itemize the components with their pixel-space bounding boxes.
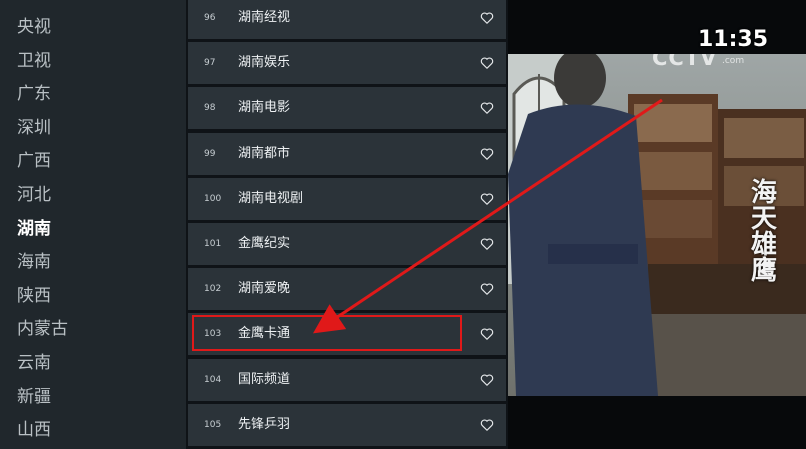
province-item[interactable]: 内蒙古 bbox=[17, 312, 68, 346]
channel-row[interactable]: 102 湖南爱晚 bbox=[188, 268, 506, 311]
channel-number: 97 bbox=[204, 58, 216, 69]
heart-icon[interactable] bbox=[480, 192, 494, 206]
channel-row[interactable]: 98 湖南电影 bbox=[188, 87, 506, 130]
channel-row[interactable]: 99 湖南都市 bbox=[188, 132, 506, 175]
heart-icon[interactable] bbox=[480, 282, 494, 296]
province-item[interactable]: 河北 bbox=[17, 178, 51, 212]
clock: 11:35 bbox=[697, 27, 768, 52]
channel-number: 100 bbox=[204, 193, 222, 204]
drama-title: 海天雄鹰 bbox=[750, 178, 777, 286]
channel-number: 101 bbox=[204, 239, 222, 249]
province-item[interactable]: 央视 bbox=[17, 10, 51, 44]
province-item[interactable]: 广西 bbox=[17, 144, 51, 178]
channel-number: 105 bbox=[204, 419, 222, 430]
channel-number: 98 bbox=[204, 103, 216, 114]
channel-name: 国际频道 bbox=[238, 371, 291, 387]
channel-name: 湖南都市 bbox=[238, 145, 291, 161]
channel-row[interactable]: 105 先锋乒羽 bbox=[188, 403, 506, 446]
province-item[interactable]: 陕西 bbox=[17, 279, 51, 313]
channel-name: 湖南娱乐 bbox=[238, 55, 291, 71]
heart-icon[interactable] bbox=[480, 373, 494, 387]
province-item[interactable]: 海南 bbox=[17, 245, 51, 279]
province-item[interactable]: 卫视 bbox=[17, 44, 51, 78]
heart-icon[interactable] bbox=[480, 327, 494, 341]
channel-number: 104 bbox=[204, 374, 222, 385]
province-list: 央视 卫视 广东 深圳 广西 河北 湖南 海南 陕西 内蒙古 云南 新疆 山西 bbox=[0, 0, 186, 449]
channel-name: 先锋乒羽 bbox=[238, 416, 291, 432]
province-item[interactable]: 广东 bbox=[17, 77, 51, 111]
channel-number: 102 bbox=[204, 284, 222, 295]
video-player[interactable]: CCTV .com 海天雄鹰 bbox=[508, 54, 806, 396]
channel-name: 金鹰纪实 bbox=[238, 236, 291, 251]
channel-watermark: CCTV bbox=[652, 54, 718, 70]
heart-icon[interactable] bbox=[480, 237, 494, 251]
channel-row[interactable]: 96 湖南经视 bbox=[188, 0, 506, 39]
province-item[interactable]: 山西 bbox=[17, 413, 51, 447]
channel-watermark-suffix: .com bbox=[722, 56, 745, 66]
channel-row[interactable]: 104 国际频道 bbox=[188, 358, 506, 401]
channel-number: 96 bbox=[204, 13, 216, 23]
channel-name: 湖南爱晚 bbox=[238, 281, 291, 297]
province-item[interactable]: 云南 bbox=[17, 346, 51, 380]
channel-row[interactable]: 101 金鹰纪实 bbox=[188, 223, 506, 265]
heart-icon[interactable] bbox=[480, 101, 494, 115]
channel-list: 96 湖南经视 97 湖南娱乐 98 湖南电影 99 湖南都市 100 湖南电视剧 101 金鹰纪实 1… bbox=[186, 0, 508, 449]
heart-icon[interactable] bbox=[480, 56, 494, 70]
channel-name: 湖南经视 bbox=[238, 10, 291, 25]
heart-icon[interactable] bbox=[480, 11, 494, 25]
heart-icon[interactable] bbox=[480, 418, 494, 432]
channel-name: 湖南电视剧 bbox=[238, 190, 304, 206]
channel-name: 湖南电影 bbox=[238, 100, 291, 116]
heart-icon[interactable] bbox=[480, 147, 494, 161]
channel-number: 99 bbox=[204, 148, 216, 159]
highlight-box bbox=[192, 315, 462, 351]
province-item[interactable]: 湖南 bbox=[17, 212, 51, 246]
channel-row[interactable]: 97 湖南娱乐 bbox=[188, 42, 506, 85]
province-item[interactable]: 深圳 bbox=[17, 111, 51, 145]
channel-row[interactable]: 100 湖南电视剧 bbox=[188, 177, 506, 220]
province-item[interactable]: 新疆 bbox=[17, 380, 51, 414]
